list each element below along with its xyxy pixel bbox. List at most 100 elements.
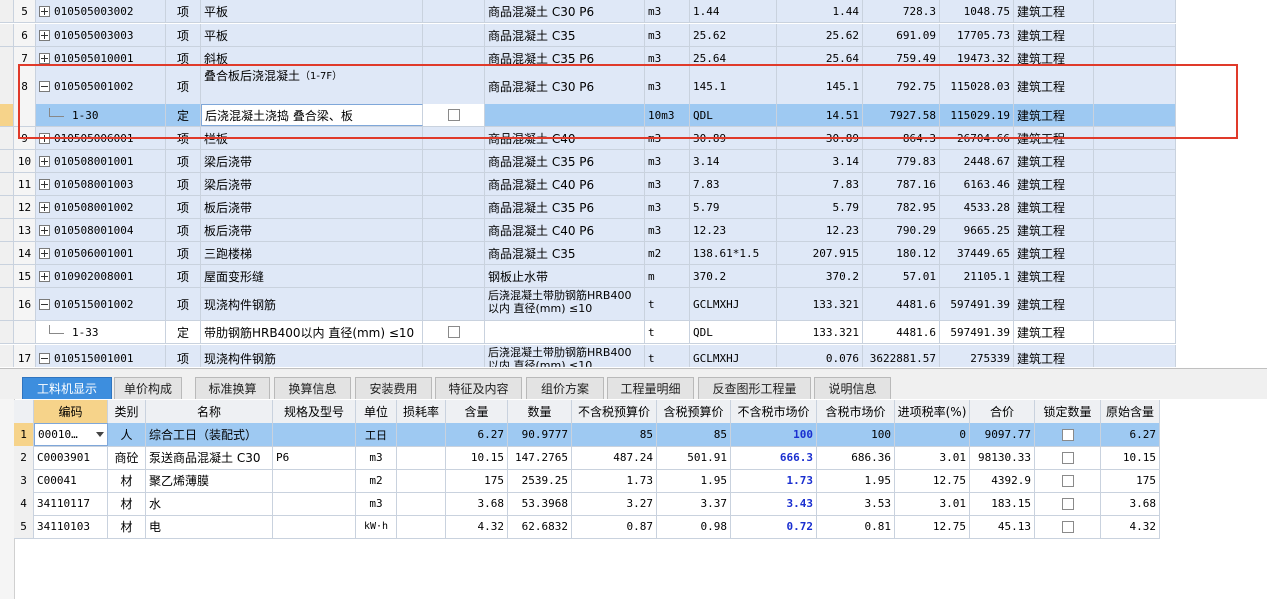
table-row[interactable]: 15 010902008001 项屋面变形缝 钢板止水带 m 370.2 370.2 57.0… [0,265,1176,288]
table-row[interactable]: 1-30 定后浇混凝土浇捣 叠合梁、板 10m3 QDL 14.51 7927.58 115… [0,104,1176,127]
cell-num: 6 [14,24,36,46]
table-row[interactable]: 11 010508001003 项梁后浇带 商品混凝土 C40 P6 m3 7.83 7.8… [0,173,1176,196]
tab-9[interactable]: 反查图形工程量 [698,377,811,399]
lock-qty-checkbox[interactable] [1061,497,1074,510]
cell-check [423,219,485,241]
table-row[interactable]: 5 010505003002 项平板 商品混凝土 C30 P6 m3 1.44 1.44 72… [0,0,1176,23]
expand-plus-icon[interactable] [39,5,50,17]
cell-price: 787.16 [863,173,940,195]
collapse-minus-icon[interactable] [39,353,50,364]
collapse-minus-icon[interactable] [39,298,50,310]
expand-plus-icon[interactable] [39,132,50,144]
table-row[interactable]: 14 010506001001 项三跑楼梯 商品混凝土 C35 m2 138.61*1.5… [0,242,1176,265]
expand-plus-icon[interactable] [39,224,50,236]
expand-plus-icon[interactable] [39,178,50,190]
lock-qty-checkbox[interactable] [1061,428,1074,441]
cell-code[interactable]: 010902008001 [36,265,166,287]
cell-qty: 147.2765 [508,446,572,469]
expand-plus-icon[interactable] [39,52,50,64]
cell-code[interactable]: 010505003003 [36,24,166,46]
resource-row[interactable]: 5 34110103 材电 kW·h 4.32 62.6832 0.87 0.98 0.72 0.… [14,515,1160,539]
cell-feature: 商品混凝土 C40 P6 [485,173,645,195]
tab-8[interactable]: 工程量明细 [607,377,694,399]
cell-code[interactable]: 010508001001 [36,150,166,172]
column-header: 不含税预算价 [572,400,657,423]
table-row[interactable]: 8 010505001002 项叠合板后浇混凝土 （1-7F） 商品混凝土 C30 P6… [0,69,1176,105]
cell-code[interactable]: 010505003002 [36,0,166,22]
cell-orig: 10.15 [1101,446,1160,469]
expand-plus-icon[interactable] [39,247,50,259]
cell-code[interactable]: 1-33 [36,321,166,343]
column-header: 合价 [970,400,1035,423]
tab-6[interactable]: 特征及内容 [435,377,522,399]
resource-row[interactable]: 3 C00041 材聚乙烯薄膜 m2 175 2539.25 1.73 1.95 1.73 1.9… [14,469,1160,493]
table-row[interactable]: 1-33 定带肋钢筋HRB400以内 直径(mm) ≤10 t QDL 133.321 4… [0,321,1176,344]
cell-code[interactable]: 010505001002 [36,69,166,104]
cell-feature: 商品混凝土 C35 P6 [485,150,645,172]
cell-content: 3.68 [446,492,508,515]
lock-qty-checkbox[interactable] [1061,474,1074,487]
row-checkbox[interactable] [447,109,460,121]
cell-name: 聚乙烯薄膜 [146,469,273,492]
cell-qty: 370.2 [777,265,863,287]
table-row[interactable]: 17 010515001001 项现浇构件钢筋 后浇混凝土带肋钢筋HRB400以内 直… [0,345,1176,367]
cell-unit: m [645,265,690,287]
row-checkbox[interactable] [447,326,460,338]
chevron-down-icon[interactable] [96,432,104,437]
cell-code[interactable]: 010508001003 [36,173,166,195]
table-row[interactable]: 10 010508001001 项梁后浇带 商品混凝土 C35 P6 m3 3.14 3.1… [0,150,1176,173]
cell-code[interactable]: 010508001002 [36,196,166,218]
tab-2[interactable]: 单价构成 [114,377,182,399]
cell-feature: 商品混凝土 C35 [485,242,645,264]
expand-plus-icon[interactable] [39,270,50,282]
cell-category: 建筑工程 [1014,24,1094,46]
code-dropdown[interactable]: 00010… [34,423,108,446]
table-row[interactable]: 9 010505006001 项栏板 商品混凝土 C40 m3 30.89 30.89 864… [0,127,1176,150]
collapse-minus-icon[interactable] [39,81,50,92]
table-row[interactable]: 12 010508001002 项板后浇带 商品混凝土 C35 P6 m3 5.79 5.7… [0,196,1176,219]
tab-7[interactable]: 组价方案 [526,377,604,399]
resource-row[interactable]: 1 00010… 人综合工日（装配式） 工日 6.27 90.9777 85 85 100 100… [14,423,1160,447]
table-row[interactable]: 13 010508001004 项板后浇带 商品混凝土 C40 P6 m3 12.23 12… [0,219,1176,242]
lock-qty-checkbox[interactable] [1061,451,1074,464]
cell-code[interactable]: 010505010001 [36,47,166,69]
cell-code[interactable]: 010515001001 [36,345,166,367]
expand-plus-icon[interactable] [39,201,50,213]
resource-row[interactable]: 2 C0003901 商砼 泵送商品混凝土 C30 P6 m3 10.15 147.2765 4… [14,446,1160,470]
tab-5[interactable]: 安装费用 [355,377,432,399]
lock-qty-checkbox[interactable] [1061,520,1074,533]
item-name-editor[interactable]: 后浇混凝土浇捣 叠合梁、板 [201,104,423,126]
row-gutter [0,242,14,264]
cell-code[interactable]: 010508001004 [36,219,166,241]
table-row[interactable]: 16 010515001002 项现浇构件钢筋 后浇混凝土带肋钢筋HRB400以内 直… [0,288,1176,321]
cell-code[interactable]: 010515001002 [36,288,166,320]
cell-total: 26704.66 [940,127,1014,149]
expand-plus-icon[interactable] [39,155,50,167]
cell-blank [1094,69,1176,104]
resource-row[interactable]: 4 34110117 材水 m3 3.68 53.3968 3.27 3.37 3.43 3.53… [14,492,1160,516]
tab-4[interactable]: 换算信息 [274,377,351,399]
cell-code[interactable]: 010505006001 [36,127,166,149]
expand-plus-icon[interactable] [39,29,50,41]
cell-code[interactable]: 1-30 [36,104,166,126]
cell-name: 现浇构件钢筋 [201,288,423,320]
cell-num: 7 [14,47,36,69]
item-list-grid[interactable]: 5 010505003002 项平板 商品混凝土 C30 P6 m3 1.44 1.44 72… [0,0,1176,367]
table-row[interactable]: 7 010505010001 项斜板 商品混凝土 C35 P6 m3 25.64 25.64… [0,47,1176,70]
resource-grid[interactable]: 编码 类别 名称 规格及型号 单位 损耗率 含量 数量 不含税预算价 含税预算价 不含税市场价 含税市… [0,399,1267,599]
cell-pre_tax: 0.98 [657,515,731,538]
cell-code[interactable]: 010506001001 [36,242,166,264]
tab-1[interactable]: 工料机显示 [22,377,112,399]
tab-3[interactable]: 标准换算 [195,377,270,399]
cell-check [423,173,485,195]
tab-10[interactable]: 说明信息 [814,377,891,399]
cell-feature: 后浇混凝土带肋钢筋HRB400以内 直径(mm) ≤10 [485,345,645,367]
cell-spec [273,469,356,492]
table-row[interactable]: 6 010505003003 项平板 商品混凝土 C35 m3 25.62 25.62 691… [0,24,1176,47]
cell-qty: 145.1 [777,69,863,104]
cell-total: 115028.03 [940,69,1014,104]
cell-expr: 3.14 [690,150,777,172]
cell-check [423,69,485,104]
cell-check [423,196,485,218]
cell-check [423,321,485,343]
